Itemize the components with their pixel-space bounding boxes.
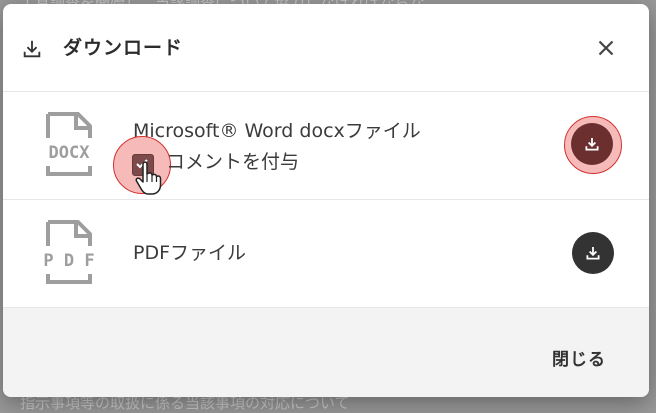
dialog-footer: 閉じる — [3, 308, 649, 397]
close-icon[interactable] — [593, 35, 619, 61]
file-row-pdf: P D F PDFファイル — [3, 200, 649, 308]
file-name-docx: Microsoft® Word docxファイル — [133, 120, 421, 142]
svg-text:DOCX: DOCX — [49, 143, 91, 163]
download-icon — [23, 40, 41, 58]
download-docx-button[interactable] — [564, 116, 622, 174]
hand-pointer-cursor-icon — [135, 161, 162, 195]
svg-text:P D F: P D F — [43, 251, 94, 271]
download-icon — [585, 138, 599, 151]
docx-file-icon: DOCX — [46, 112, 92, 176]
download-pdf-button[interactable] — [572, 232, 614, 274]
comment-option-label[interactable]: コメントを付与 — [166, 147, 299, 174]
download-dialog: ダウンロード DOCX Microsoft® Word docxファイル コメン… — [3, 4, 649, 397]
pdf-file-icon: P D F — [43, 220, 95, 284]
dialog-title: ダウンロード — [63, 37, 184, 59]
close-button[interactable]: 閉じる — [552, 345, 606, 370]
file-name-pdf: PDFファイル — [133, 242, 247, 264]
dialog-header: ダウンロード — [3, 4, 649, 92]
download-icon — [586, 247, 600, 260]
file-row-docx: DOCX Microsoft® Word docxファイル コメントを付与 — [3, 92, 649, 200]
